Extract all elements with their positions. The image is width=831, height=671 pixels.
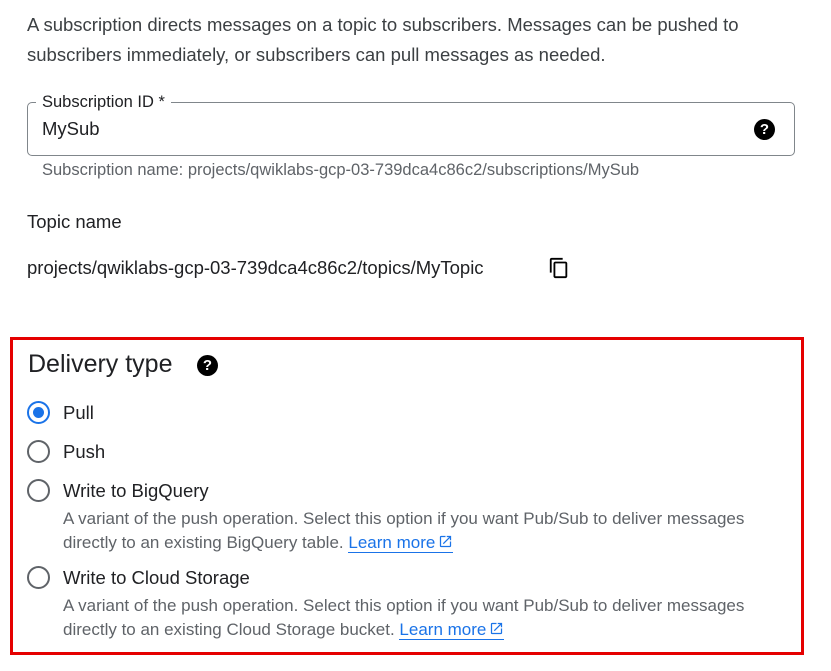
delivery-type-heading: Delivery type (28, 350, 173, 378)
bigquery-radio[interactable] (27, 479, 50, 502)
link-text: Learn more (348, 533, 436, 552)
link-text: Learn more (399, 620, 487, 639)
option-description: A variant of the push operation. Select … (63, 594, 798, 642)
create-subscription-form: A subscription directs messages on a top… (0, 0, 831, 671)
help-icon[interactable]: ? (754, 119, 775, 140)
topic-name-value: projects/qwiklabs-gcp-03-739dca4c86c2/to… (27, 257, 484, 278)
help-icon[interactable]: ? (197, 355, 218, 376)
delivery-type-section: Delivery type ? Pull Push Write to BigQu… (10, 337, 804, 655)
subscription-name-hint: Subscription name: projects/qwiklabs-gcp… (42, 161, 640, 179)
subscription-id-input[interactable] (42, 118, 732, 140)
learn-more-link[interactable]: Learn more (348, 533, 454, 553)
option-label: Pull (63, 402, 94, 423)
topic-name-label: Topic name (27, 211, 122, 232)
learn-more-link[interactable]: Learn more (399, 620, 505, 640)
option-label: Push (63, 441, 106, 462)
option-label: Write to Cloud Storage (63, 567, 250, 588)
cloud-storage-radio[interactable] (27, 566, 50, 589)
intro-text: A subscription directs messages on a top… (27, 14, 739, 65)
pull-radio[interactable] (27, 401, 50, 424)
subscription-id-label: Subscription ID * (36, 92, 171, 112)
push-radio[interactable] (27, 440, 50, 463)
option-label: Write to BigQuery (63, 480, 209, 501)
option-description: A variant of the push operation. Select … (63, 507, 798, 555)
copy-icon[interactable] (548, 257, 570, 279)
open-in-new-icon (440, 535, 452, 548)
subscription-id-field[interactable]: Subscription ID * ? (27, 92, 795, 156)
open-in-new-icon (491, 622, 503, 635)
